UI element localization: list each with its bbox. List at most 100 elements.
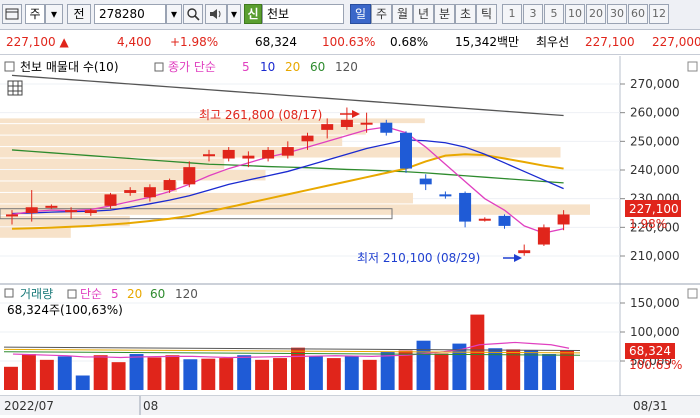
chart-menu-icon[interactable] <box>2 4 22 24</box>
volume-legend-name: 거래량 <box>20 287 53 301</box>
volume-bar-13 <box>237 355 252 390</box>
price-change-pct: +1.98% <box>170 35 219 49</box>
candle-body-11 <box>222 149 235 159</box>
candle-body-13 <box>262 149 275 159</box>
candle-body-0 <box>6 214 18 217</box>
interval-button-1[interactable]: 3 <box>523 4 543 24</box>
volume-bar-12 <box>219 358 234 390</box>
volume-bar-10 <box>183 359 198 390</box>
volume-bar-6 <box>111 362 126 390</box>
volume-bar-8 <box>147 357 162 390</box>
stock-code-input[interactable]: 278280 <box>94 4 166 24</box>
volume-tick-1: 100,000 <box>630 325 680 339</box>
chevron-down-icon[interactable]: ▾ <box>45 4 63 24</box>
volume-bar-2 <box>39 359 54 390</box>
volume-profile-bar-2 <box>0 135 343 147</box>
candle-body-15 <box>301 135 314 142</box>
speaker-icon[interactable] <box>205 4 227 24</box>
credit-badge: 신 <box>244 4 262 24</box>
volume-bar-31 <box>560 350 574 390</box>
volume-info: 68,324주(100,63%) <box>7 303 123 317</box>
volume-ratio: 100.63% <box>322 35 376 49</box>
volume-bar-30 <box>542 354 557 390</box>
jeon-button[interactable]: 전 <box>67 4 91 24</box>
candle-body-27 <box>537 227 550 245</box>
candle-body-22 <box>439 194 452 197</box>
interval-button-5[interactable]: 30 <box>607 4 627 24</box>
volume-panel-expand-icon[interactable] <box>687 288 698 299</box>
volume-profile-bar-1 <box>0 124 366 135</box>
volume-bar-5 <box>93 355 108 390</box>
period-tab-6[interactable]: 틱 <box>476 4 497 24</box>
candle-body-6 <box>124 190 137 193</box>
period-tab-0[interactable]: 일 <box>350 4 371 24</box>
current-pct-text: 1.98% <box>629 217 667 231</box>
period-tab-4[interactable]: 분 <box>434 4 455 24</box>
candle-body-21 <box>419 178 432 185</box>
candle-body-16 <box>321 124 334 130</box>
candle-body-24 <box>478 218 491 221</box>
price-tick-0: 270,000 <box>630 77 680 91</box>
interval-button-7[interactable]: 12 <box>649 4 669 24</box>
vol-ma-label: 단순 <box>80 287 102 301</box>
vol-ma120-legend: 120 <box>175 287 198 301</box>
period-tab-5[interactable]: 초 <box>455 4 476 24</box>
date-label-aug: 08 <box>143 399 158 413</box>
interval-button-3[interactable]: 10 <box>565 4 585 24</box>
ma-legend-label: 종가 단순 <box>168 60 216 74</box>
panel-expand-icon[interactable] <box>687 61 698 72</box>
date-label-july: 2022/07 <box>4 399 54 413</box>
vol-ma60-legend: 60 <box>150 287 165 301</box>
price-tick-2: 250,000 <box>630 134 680 148</box>
window-icon <box>5 8 19 20</box>
candle-body-9 <box>183 167 196 185</box>
current-price-tag-text: 227,100 <box>629 202 679 216</box>
volume-bar-28 <box>506 349 521 390</box>
period-tab-3[interactable]: 년 <box>413 4 434 24</box>
price-legend-name: 천보 매물대 수(10) <box>20 59 119 74</box>
candle-body-7 <box>143 187 156 198</box>
toolbar: 주 ▾ 전 278280 ▾ ▾ 신 천보 일 주 월 년 분 초 틱 1 3 5 10 20 30 60… <box>0 0 700 30</box>
candle-body-1 <box>25 207 38 213</box>
volume-bar-29 <box>524 349 539 390</box>
interval-button-6[interactable]: 60 <box>628 4 648 24</box>
volume-bar-17 <box>308 356 323 390</box>
code-dropdown-icon[interactable]: ▾ <box>166 4 182 24</box>
volume-pct-text: 100.63% <box>629 358 682 372</box>
vol-ma20-legend: 20 <box>127 287 142 301</box>
stock-chart[interactable]: 천보 매물대 수(10) 종가 단순 5 10 20 60 120 최고 261… <box>0 56 700 415</box>
interval-button-0[interactable]: 1 <box>502 4 522 24</box>
interval-button-4[interactable]: 20 <box>586 4 606 24</box>
stock-name-field[interactable]: 천보 <box>262 4 344 24</box>
chart-area[interactable]: 천보 매물대 수(10) 종가 단순 5 10 20 60 120 최고 261… <box>0 56 700 415</box>
volume-bar-24 <box>434 353 449 390</box>
search-icon[interactable] <box>183 4 203 24</box>
turnover-rate: 0.68% <box>390 35 429 49</box>
speaker-dropdown-icon[interactable]: ▾ <box>227 4 241 24</box>
period-tab-2[interactable]: 월 <box>392 4 413 24</box>
chart-type-select[interactable]: 주 <box>25 4 45 24</box>
ma10-legend: 10 <box>260 60 275 74</box>
volume-bar-18 <box>326 358 341 390</box>
period-tab-1[interactable]: 주 <box>371 4 392 24</box>
volume-profile-bar-7 <box>0 192 413 204</box>
ask-price: 227,000 <box>652 35 700 49</box>
grid-table-icon[interactable] <box>7 80 23 96</box>
candle-body-10 <box>203 154 215 157</box>
volume-bar-0 <box>4 366 18 390</box>
volume-bar-15 <box>273 358 287 390</box>
ma120-legend: 120 <box>335 60 358 74</box>
price-tick-1: 260,000 <box>630 106 680 120</box>
best-bid-label: 최우선 <box>536 35 570 49</box>
current-price: 227,100 ▲ <box>6 35 69 49</box>
quote-bar: 227,100 ▲ 4,400 +1.98% 68,324 100.63% 0.… <box>0 30 700 55</box>
volume-bar-4 <box>75 375 90 390</box>
price-change: 4,400 <box>117 35 152 49</box>
volume-tick-0: 150,000 <box>630 296 680 310</box>
low-annotation: 최저 210,100 (08/29) <box>357 251 480 265</box>
volume-profile-bar-5 <box>0 170 266 181</box>
candle-body-2 <box>45 205 58 208</box>
volume-bar-9 <box>165 355 180 390</box>
interval-button-2[interactable]: 5 <box>544 4 564 24</box>
candle-body-23 <box>459 192 472 222</box>
